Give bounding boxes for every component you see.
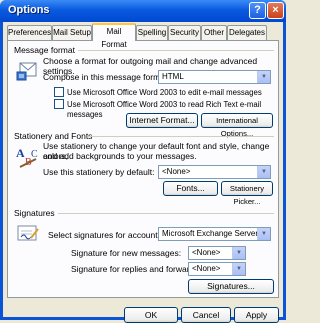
ok-button[interactable]: OK — [124, 307, 178, 323]
tab-security[interactable]: Security — [168, 25, 201, 40]
word-edit-label: Use Microsoft Office Word 2003 to edit e… — [67, 88, 262, 97]
tab-spelling[interactable]: Spelling — [136, 25, 168, 40]
cancel-button[interactable]: Cancel — [181, 307, 231, 323]
help-button[interactable]: ? — [249, 2, 266, 19]
tab-preferences[interactable]: Preferences — [7, 25, 52, 40]
stationery-default-label: Use this stationery by default: — [43, 167, 155, 177]
internet-format-button[interactable]: Internet Format... — [126, 113, 198, 128]
dialog-body: Preferences Mail Setup Mail Format Spell… — [3, 22, 283, 323]
signature-account-value: Microsoft Exchange Server — [162, 229, 259, 238]
compose-format-label: Compose in this message format: — [43, 72, 170, 82]
svg-text:C: C — [31, 149, 38, 160]
word-edit-checkbox[interactable] — [54, 87, 64, 97]
tab-delegates[interactable]: Delegates — [227, 25, 267, 40]
signature-reply-label: Signature for replies and forwards: — [71, 264, 201, 274]
title-bar: Options ? × — [0, 0, 286, 22]
chevron-down-icon: ▼ — [232, 247, 245, 259]
stationery-default-value: <None> — [162, 167, 191, 176]
signatures-button[interactable]: Signatures... — [188, 279, 274, 294]
options-dialog: Options ? × Preferences Mail Setup Mail … — [0, 0, 286, 323]
section-divider — [88, 136, 274, 137]
stationery-icon: A B C — [16, 146, 38, 168]
stationery-heading: Stationery and Fonts — [14, 131, 93, 141]
signature-account-label: Select signatures for account: — [48, 230, 160, 240]
stationery-description-line-2: and add backgrounds to your messages. — [43, 151, 197, 161]
signature-new-value: <None> — [192, 248, 221, 257]
mail-format-panel: Message format Choose a format for outgo… — [7, 40, 279, 298]
compose-format-select[interactable]: HTML ▼ — [158, 70, 271, 84]
signature-reply-select[interactable]: <None> ▼ — [188, 262, 246, 276]
tab-mail-setup[interactable]: Mail Setup — [52, 25, 92, 40]
tab-other[interactable]: Other — [201, 25, 227, 40]
signature-icon — [17, 225, 39, 241]
international-options-button[interactable]: International Options... — [201, 113, 273, 138]
chevron-down-icon: ▼ — [232, 263, 245, 275]
message-format-heading: Message format — [14, 45, 75, 55]
word-read-checkbox[interactable] — [54, 99, 64, 109]
stationery-default-select[interactable]: <None> ▼ — [158, 165, 271, 179]
close-button[interactable]: × — [267, 2, 284, 19]
chevron-down-icon: ▼ — [257, 71, 270, 83]
apply-button[interactable]: Apply — [234, 307, 279, 323]
signature-reply-value: <None> — [192, 264, 221, 273]
stationery-picker-button[interactable]: Stationery Picker... — [221, 181, 273, 206]
fonts-button[interactable]: Fonts... — [163, 181, 218, 196]
svg-text:A: A — [16, 146, 25, 160]
chevron-down-icon: ▼ — [257, 166, 270, 178]
message-format-icon — [16, 62, 37, 81]
tab-mail-format[interactable]: Mail Format — [92, 23, 136, 49]
signature-new-select[interactable]: <None> ▼ — [188, 246, 246, 260]
compose-format-value: HTML — [162, 72, 184, 81]
signature-account-select[interactable]: Microsoft Exchange Server ▼ — [158, 227, 271, 241]
section-divider — [58, 213, 274, 214]
chevron-down-icon: ▼ — [257, 228, 270, 240]
signature-new-label: Signature for new messages: — [71, 248, 182, 258]
window-title: Options — [8, 4, 50, 16]
signatures-heading: Signatures — [14, 208, 55, 218]
